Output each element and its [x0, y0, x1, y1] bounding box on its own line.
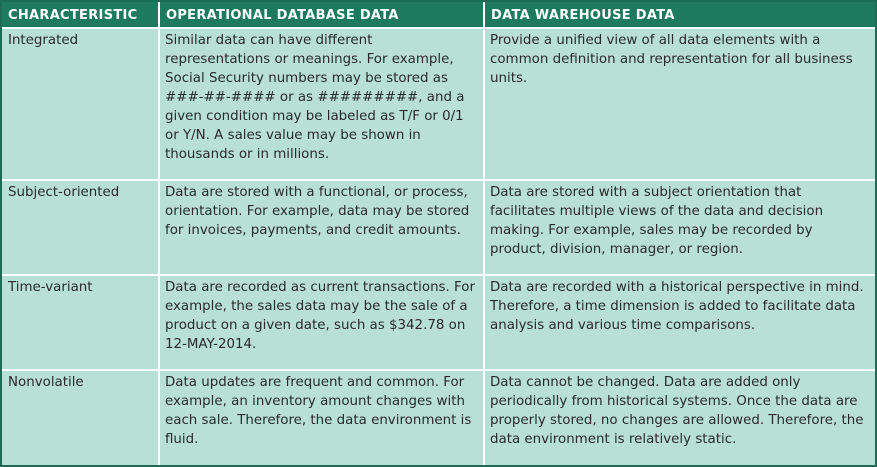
operational-cell: Data updates are frequent and common. Fo… — [159, 369, 485, 465]
warehouse-cell: Data are stored with a subject orientati… — [484, 179, 875, 276]
table-row-subject-oriented: Subject-oriented Data are stored with a … — [2, 179, 875, 276]
warehouse-cell: Provide a unified view of all data eleme… — [484, 26, 875, 181]
table-row-time-variant: Time-variant Data are recorded as curren… — [2, 274, 875, 371]
comparison-table-container: CHARACTERISTIC OPERATIONAL DATABASE DATA… — [0, 0, 877, 467]
warehouse-cell: Data cannot be changed. Data are added o… — [484, 369, 875, 465]
characteristic-cell: Time-variant — [2, 274, 160, 371]
warehouse-cell: Data are recorded with a historical pers… — [484, 274, 875, 371]
operational-cell: Data are stored with a functional, or pr… — [159, 179, 485, 276]
header-operational-database-data: OPERATIONAL DATABASE DATA — [159, 2, 485, 28]
table-body: Integrated Similar data can have differe… — [2, 26, 875, 465]
characteristic-cell: Nonvolatile — [2, 369, 160, 465]
operational-cell: Data are recorded as current transaction… — [159, 274, 485, 371]
characteristic-cell: Integrated — [2, 26, 160, 181]
table-row-nonvolatile: Nonvolatile Data updates are frequent an… — [2, 369, 875, 465]
header-characteristic: CHARACTERISTIC — [2, 2, 160, 28]
characteristic-cell: Subject-oriented — [2, 179, 160, 276]
table-row-integrated: Integrated Similar data can have differe… — [2, 26, 875, 181]
comparison-table: CHARACTERISTIC OPERATIONAL DATABASE DATA… — [2, 2, 875, 465]
header-row: CHARACTERISTIC OPERATIONAL DATABASE DATA… — [2, 2, 875, 28]
table-header: CHARACTERISTIC OPERATIONAL DATABASE DATA… — [2, 2, 875, 28]
operational-cell: Similar data can have different represen… — [159, 26, 485, 181]
header-data-warehouse-data: DATA WAREHOUSE DATA — [484, 2, 875, 28]
